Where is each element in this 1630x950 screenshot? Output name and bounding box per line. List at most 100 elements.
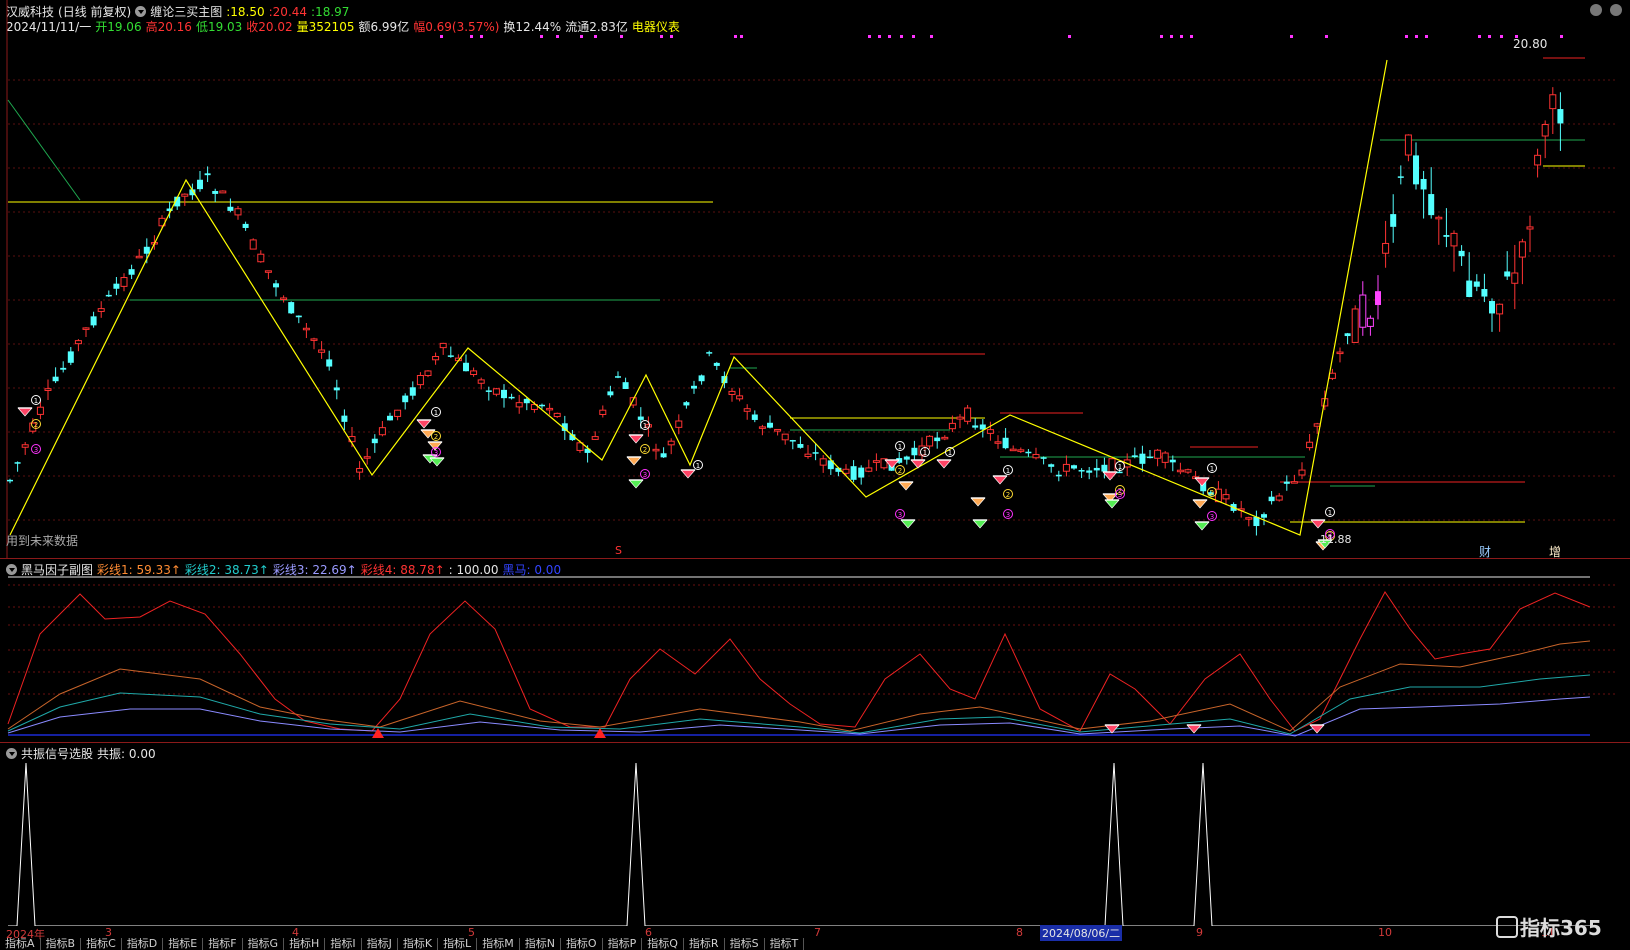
candle-body — [1032, 453, 1040, 459]
indicator-tab-6[interactable]: 指标G — [243, 938, 285, 950]
top-signal-dot — [878, 35, 881, 38]
candle-body — [652, 448, 660, 452]
candle-body — [994, 441, 1002, 444]
candle-body — [615, 376, 621, 378]
candle-body — [736, 395, 744, 400]
red-signal-gem — [17, 407, 33, 417]
candle-body — [660, 453, 667, 458]
candle-body — [143, 246, 150, 254]
top-signal-dot — [660, 35, 663, 38]
sub2-chart[interactable] — [0, 743, 1630, 926]
top-signal-dot — [1425, 35, 1428, 38]
green-signal-gem — [628, 479, 644, 489]
indicator-tab-10[interactable]: 指标K — [398, 938, 439, 950]
candle-body — [1002, 437, 1009, 449]
signal-number-text: 2 — [643, 446, 647, 454]
indicator-tab-7[interactable]: 指标H — [284, 938, 326, 950]
candle-body — [1161, 452, 1169, 463]
candle-body — [82, 327, 90, 330]
sub1-cyan-line — [7, 674, 1591, 735]
indicator-tab-8[interactable]: 指标I — [325, 938, 362, 950]
candle-body — [1131, 455, 1138, 457]
signal-number-text: 3 — [34, 446, 38, 454]
candle-body — [1428, 194, 1435, 216]
top-signal-dot — [930, 35, 933, 38]
main-chart[interactable]: 12312312311231 1123123123 123 — [0, 0, 1630, 558]
candle-body — [318, 349, 326, 353]
candle-body — [21, 444, 29, 448]
candle-body — [1328, 372, 1336, 379]
candle-body — [553, 412, 561, 418]
candle-body — [728, 390, 736, 395]
candle-body — [288, 302, 295, 314]
signal-number-text: 1 — [1118, 463, 1122, 471]
candle-body — [515, 402, 523, 408]
candle-body — [424, 370, 432, 377]
top-signal-dot — [1500, 35, 1503, 38]
candle-body — [432, 356, 440, 361]
candle-body — [774, 428, 782, 432]
indicator-tab-bar: 指标A 指标B 指标C 指标D 指标E 指标F 指标G 指标H 指标I 指标J 指标K 指标L 指标M 指… — [0, 938, 1630, 950]
candle-body — [1283, 481, 1290, 484]
top-signal-dot — [1180, 35, 1183, 38]
top-signal-dot — [912, 35, 915, 38]
candle-body — [934, 437, 941, 442]
top-signal-dot — [540, 35, 543, 38]
top-signal-dot — [1290, 35, 1293, 38]
indicator-tab-4[interactable]: 指标E — [163, 938, 204, 950]
indicator-tab-9[interactable]: 指标J — [362, 938, 398, 950]
candle-body — [1009, 448, 1017, 452]
candle-body — [1290, 481, 1298, 484]
candle-body — [599, 409, 607, 415]
candle-body — [492, 388, 500, 395]
top-signal-dot — [440, 35, 443, 38]
candle-body — [1458, 250, 1465, 257]
indicator-tab-2[interactable]: 指标C — [81, 938, 122, 950]
candle-body — [227, 206, 234, 211]
signal-number-text: 1 — [696, 462, 700, 470]
candle-body — [858, 467, 865, 478]
signal-number-text: 1 — [434, 409, 438, 417]
candle-body — [1147, 456, 1153, 459]
candle-body — [758, 426, 766, 429]
candle-body — [36, 406, 44, 415]
indicator-tab-5[interactable]: 指标F — [203, 938, 243, 950]
signal-number-text: 3 — [1118, 491, 1122, 499]
candle-body — [713, 362, 720, 366]
candle-body — [387, 415, 393, 421]
candle-body — [447, 355, 454, 357]
indicator-tab-1[interactable]: 指标B — [41, 938, 82, 950]
candle-body — [546, 407, 554, 411]
candle-body — [1116, 471, 1123, 474]
indicator-tab-0[interactable]: 指标A — [0, 938, 41, 950]
candle-body — [1526, 226, 1534, 230]
indicator-tab-19[interactable]: 指标T — [765, 938, 805, 950]
candle-body — [378, 427, 386, 436]
indicator-tab-18[interactable]: 指标S — [725, 938, 765, 950]
candle-body — [264, 270, 272, 273]
indicator-tab-17[interactable]: 指标R — [684, 938, 725, 950]
candle-body — [1443, 235, 1450, 237]
indicator-tab-13[interactable]: 指标N — [520, 938, 561, 950]
indicator-tab-14[interactable]: 指标O — [561, 938, 603, 950]
candle-body — [964, 407, 972, 422]
candle-body — [948, 422, 956, 430]
top-signal-dot — [734, 35, 737, 38]
indicator-tab-15[interactable]: 指标P — [603, 938, 643, 950]
candle-body — [926, 435, 934, 447]
signal-number-text: 2 — [434, 433, 438, 441]
candle-body — [341, 415, 348, 422]
indicator-tab-12[interactable]: 指标M — [477, 938, 520, 950]
indicator-tab-16[interactable]: 指标Q — [642, 938, 684, 950]
candle-body — [249, 239, 257, 250]
indicator-tab-3[interactable]: 指标D — [122, 938, 164, 950]
candle-body — [1504, 271, 1511, 277]
top-signal-dot — [470, 35, 473, 38]
candle-body — [789, 440, 796, 442]
signal-number-text: 3 — [898, 511, 902, 519]
candle-body — [1048, 464, 1055, 467]
candle-body — [242, 223, 249, 228]
indicator-tab-11[interactable]: 指标L — [438, 938, 478, 950]
top-signal-dot — [620, 35, 623, 38]
sub1-chart[interactable] — [0, 559, 1630, 742]
